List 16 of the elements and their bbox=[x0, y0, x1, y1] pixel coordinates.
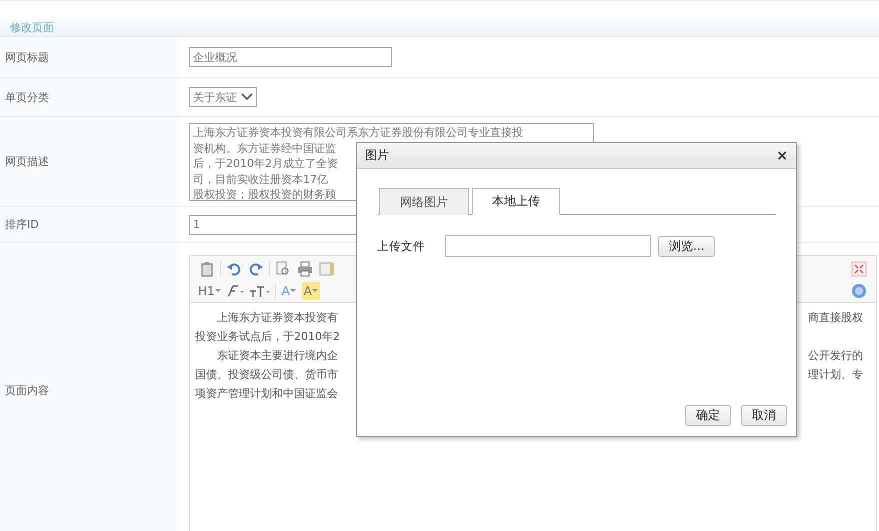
content-text: 投资业务试点后，于2010年2 bbox=[195, 329, 340, 344]
content-text: 项资产管理计划和中国证监会 bbox=[195, 386, 338, 401]
content-text: 公开发行的 bbox=[808, 348, 864, 363]
dialog-title: 图片 bbox=[365, 147, 389, 164]
content-text: 国债、投资级公司债、货币市 bbox=[195, 367, 338, 382]
upload-label: 上传文件 bbox=[377, 238, 426, 254]
field-label: 页面内容 bbox=[0, 243, 180, 531]
field-label: 网页描述 bbox=[0, 117, 180, 206]
field-label: 排序ID bbox=[0, 207, 180, 242]
section-title: 修改页面 bbox=[10, 20, 54, 35]
content-text: 商直接股权 bbox=[808, 310, 864, 325]
field-label: 单页分类 bbox=[0, 78, 180, 116]
content-text: 东证资本主要进行境内企 bbox=[216, 348, 338, 363]
content-text: 理计划、专 bbox=[808, 367, 864, 382]
content-text: 上海东方证券资本投资有 bbox=[216, 310, 338, 325]
field-label: 网页标题 bbox=[0, 37, 180, 77]
